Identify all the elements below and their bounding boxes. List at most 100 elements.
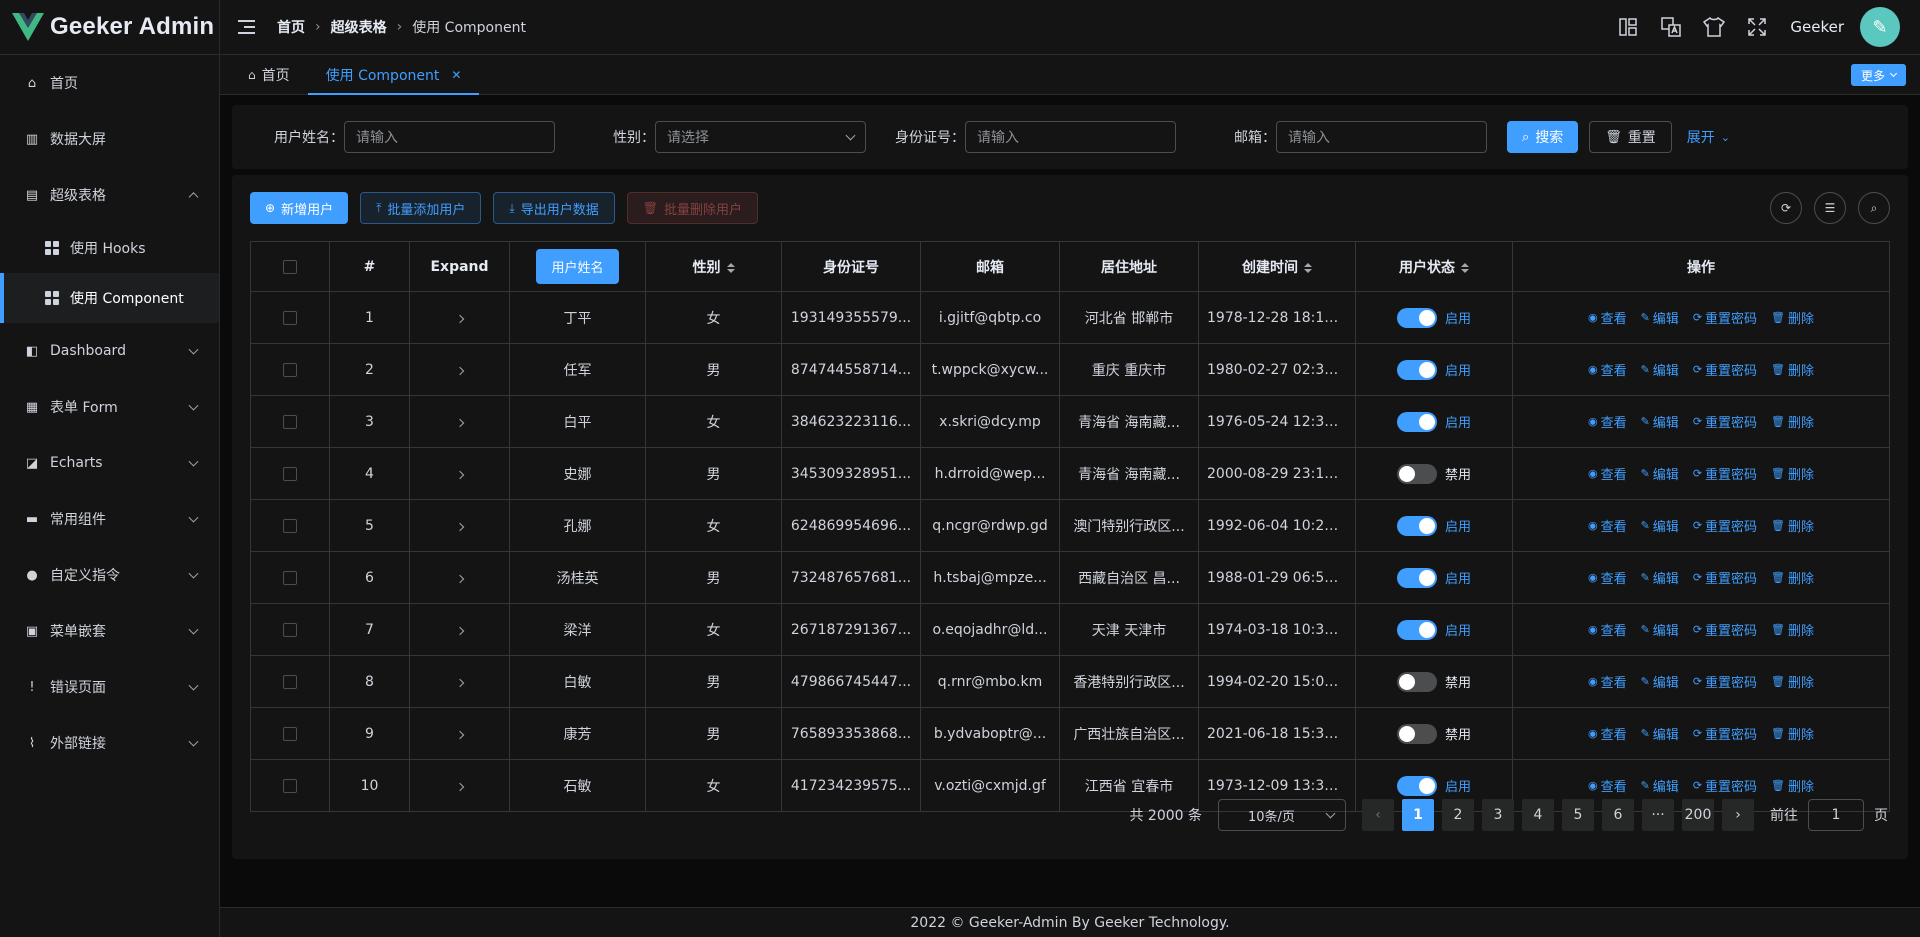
action-edit-button[interactable]: ✎ 编辑 bbox=[1641, 568, 1679, 587]
action-edit-button[interactable]: ✎ 编辑 bbox=[1641, 620, 1679, 639]
action-delete-button[interactable]: 🗑 删除 bbox=[1771, 464, 1814, 483]
row-checkbox[interactable] bbox=[283, 362, 297, 377]
prev-page-button[interactable]: ‹ bbox=[1362, 799, 1394, 831]
action-edit-button[interactable]: ✎ 编辑 bbox=[1641, 672, 1679, 691]
status-switch[interactable] bbox=[1396, 307, 1437, 328]
search-button[interactable]: ⌕ 搜索 bbox=[1507, 121, 1579, 153]
chevron-right-icon[interactable] bbox=[455, 782, 464, 791]
export-user-data-button[interactable]: ⤓ 导出用户数据 bbox=[493, 192, 615, 224]
action-edit-button[interactable]: ✎ 编辑 bbox=[1641, 412, 1679, 431]
row-checkbox[interactable] bbox=[283, 726, 297, 741]
next-page-button[interactable]: › bbox=[1722, 799, 1754, 831]
goto-page-input[interactable]: 1 bbox=[1808, 799, 1864, 831]
action-view-button[interactable]: ◉ 查看 bbox=[1588, 776, 1627, 795]
sort-icon[interactable] bbox=[1304, 262, 1312, 273]
chevron-right-icon[interactable] bbox=[455, 730, 464, 739]
search-toggle-icon[interactable]: ⌕ bbox=[1858, 192, 1890, 224]
row-checkbox[interactable] bbox=[283, 310, 297, 325]
theme-shirt-icon[interactable] bbox=[1703, 16, 1726, 38]
batch-add-user-button[interactable]: ⤒ 批量添加用户 bbox=[360, 192, 482, 224]
page-number-button[interactable]: 4 bbox=[1522, 799, 1554, 831]
action-view-button[interactable]: ◉ 查看 bbox=[1588, 568, 1627, 587]
action-reset-password-button[interactable]: ⟳ 重置密码 bbox=[1693, 568, 1757, 587]
action-delete-button[interactable]: 🗑 删除 bbox=[1771, 672, 1814, 691]
sidebar-item[interactable]: ◧ Dashboard bbox=[0, 323, 219, 379]
row-checkbox[interactable] bbox=[283, 570, 297, 585]
action-reset-password-button[interactable]: ⟳ 重置密码 bbox=[1693, 724, 1757, 743]
sort-icon[interactable] bbox=[726, 262, 735, 273]
action-edit-button[interactable]: ✎ 编辑 bbox=[1641, 360, 1679, 379]
action-reset-password-button[interactable]: ⟳ 重置密码 bbox=[1693, 360, 1757, 379]
collapse-menu-icon[interactable] bbox=[238, 20, 255, 34]
chevron-right-icon[interactable] bbox=[455, 366, 464, 375]
breadcrumb-item-home[interactable]: 首页 bbox=[277, 17, 305, 37]
chevron-right-icon[interactable] bbox=[455, 626, 464, 635]
sidebar-item[interactable]: ▥ 数据大屏 bbox=[0, 111, 219, 167]
action-reset-password-button[interactable]: ⟳ 重置密码 bbox=[1693, 308, 1757, 327]
action-delete-button[interactable]: 🗑 删除 bbox=[1771, 724, 1814, 743]
row-checkbox[interactable] bbox=[283, 622, 297, 637]
row-checkbox[interactable] bbox=[283, 466, 297, 481]
page-number-button[interactable]: 200 bbox=[1682, 799, 1714, 831]
action-delete-button[interactable]: 🗑 删除 bbox=[1771, 568, 1814, 587]
action-view-button[interactable]: ◉ 查看 bbox=[1588, 724, 1627, 743]
action-edit-button[interactable]: ✎ 编辑 bbox=[1641, 724, 1679, 743]
sidebar-subitem[interactable]: 使用 Component bbox=[0, 273, 219, 323]
status-switch[interactable] bbox=[1396, 723, 1437, 744]
more-button[interactable]: 更多 bbox=[1850, 64, 1906, 86]
chevron-right-icon[interactable] bbox=[455, 314, 464, 323]
email-input[interactable]: 请输入 bbox=[1276, 121, 1487, 153]
action-edit-button[interactable]: ✎ 编辑 bbox=[1641, 308, 1679, 327]
reset-button[interactable]: 🗑 重置 bbox=[1589, 121, 1672, 153]
action-delete-button[interactable]: 🗑 删除 bbox=[1771, 516, 1814, 535]
status-switch[interactable] bbox=[1396, 671, 1437, 692]
row-checkbox[interactable] bbox=[283, 414, 297, 429]
status-switch[interactable] bbox=[1396, 567, 1437, 588]
action-delete-button[interactable]: 🗑 删除 bbox=[1771, 360, 1814, 379]
username[interactable]: Geeker bbox=[1790, 18, 1844, 36]
chevron-right-icon[interactable] bbox=[455, 574, 464, 583]
action-reset-password-button[interactable]: ⟳ 重置密码 bbox=[1693, 516, 1757, 535]
sort-icon[interactable] bbox=[1461, 262, 1469, 273]
action-reset-password-button[interactable]: ⟳ 重置密码 bbox=[1693, 412, 1757, 431]
status-switch[interactable] bbox=[1396, 411, 1437, 432]
action-delete-button[interactable]: 🗑 删除 bbox=[1771, 620, 1814, 639]
action-edit-button[interactable]: ✎ 编辑 bbox=[1641, 464, 1679, 483]
username-header-badge[interactable]: 用户姓名 bbox=[536, 249, 619, 284]
action-view-button[interactable]: ◉ 查看 bbox=[1588, 360, 1627, 379]
status-switch[interactable] bbox=[1396, 359, 1437, 380]
column-settings-icon[interactable]: ☰ bbox=[1814, 192, 1846, 224]
action-edit-button[interactable]: ✎ 编辑 bbox=[1641, 516, 1679, 535]
layout-icon[interactable] bbox=[1617, 16, 1639, 38]
action-view-button[interactable]: ◉ 查看 bbox=[1588, 620, 1627, 639]
status-switch[interactable] bbox=[1396, 463, 1437, 484]
tab-home[interactable]: ⌂ 首页 bbox=[230, 55, 308, 94]
chevron-right-icon[interactable] bbox=[455, 470, 464, 479]
action-view-button[interactable]: ◉ 查看 bbox=[1588, 516, 1627, 535]
column-header-created[interactable]: 创建时间 bbox=[1198, 241, 1356, 292]
tab-use-component[interactable]: 使用 Component ✕ bbox=[307, 55, 480, 95]
action-delete-button[interactable]: 🗑 删除 bbox=[1771, 308, 1814, 327]
sidebar-item[interactable]: ▬ 常用组件 bbox=[0, 491, 219, 547]
page-number-button[interactable]: 3 bbox=[1482, 799, 1514, 831]
more-pages-icon[interactable]: ··· bbox=[1642, 799, 1674, 831]
chevron-right-icon[interactable] bbox=[455, 418, 464, 427]
idcard-input[interactable]: 请输入 bbox=[965, 121, 1176, 153]
chevron-right-icon[interactable] bbox=[455, 522, 464, 531]
action-view-button[interactable]: ◉ 查看 bbox=[1588, 412, 1627, 431]
page-size-select[interactable]: 10条/页 bbox=[1218, 799, 1346, 831]
action-delete-button[interactable]: 🗑 删除 bbox=[1771, 412, 1814, 431]
page-number-button[interactable]: 6 bbox=[1602, 799, 1634, 831]
chevron-right-icon[interactable] bbox=[455, 678, 464, 687]
sidebar-item[interactable]: ▤ 超级表格 bbox=[0, 167, 219, 223]
page-number-button[interactable]: 1 bbox=[1402, 799, 1434, 831]
action-reset-password-button[interactable]: ⟳ 重置密码 bbox=[1693, 776, 1757, 795]
action-view-button[interactable]: ◉ 查看 bbox=[1588, 672, 1627, 691]
row-checkbox[interactable] bbox=[283, 674, 297, 689]
sidebar-item[interactable]: ● 自定义指令 bbox=[0, 547, 219, 603]
translate-icon[interactable] bbox=[1660, 16, 1682, 38]
action-view-button[interactable]: ◉ 查看 bbox=[1588, 308, 1627, 327]
status-switch[interactable] bbox=[1396, 515, 1437, 536]
sidebar-item[interactable]: ! 错误页面 bbox=[0, 659, 219, 715]
page-number-button[interactable]: 2 bbox=[1442, 799, 1474, 831]
